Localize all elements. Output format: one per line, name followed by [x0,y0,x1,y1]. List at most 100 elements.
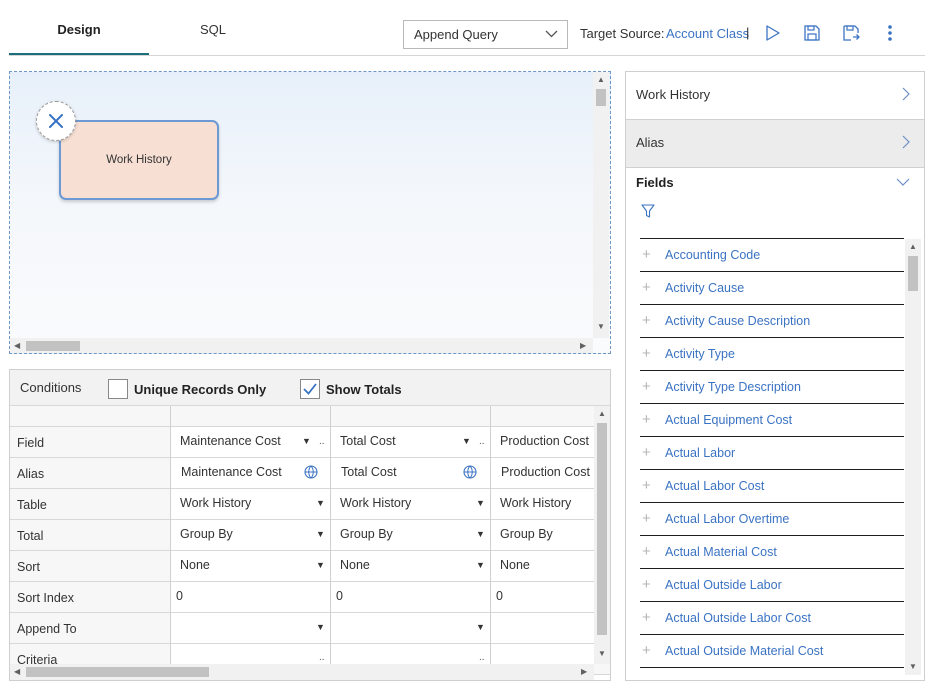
field-item[interactable]: + Activity Cause Description [640,304,904,337]
query-type-select[interactable]: Append Query [403,20,568,49]
table-node-work-history[interactable]: Work History [59,120,219,200]
target-source-link[interactable]: Account Class [666,26,749,41]
field-item[interactable]: + Activity Type [640,337,904,370]
run-icon[interactable] [764,24,782,42]
field-name: Actual Equipment Cost [665,413,793,427]
more-vertical-icon[interactable] [881,24,899,42]
ellipsis-icon[interactable]: .. [319,652,325,663]
field-item[interactable]: + Activity Cause [640,271,904,304]
field-item[interactable]: + Actual Material Cost [640,535,904,568]
unique-records-checkbox[interactable] [108,379,128,399]
dropdown-arrow-icon[interactable]: ▼ [476,622,485,632]
field-item[interactable]: + Actual Outside Material Cost [640,634,904,667]
tab-design[interactable]: Design [9,0,149,56]
sort-select-1[interactable]: None [180,558,210,572]
sort-index-input-1[interactable]: 0 [176,589,183,603]
grid-vscroll-thumb[interactable] [597,423,607,635]
add-field-icon[interactable]: + [642,445,651,460]
add-field-icon[interactable]: + [642,478,651,493]
ellipsis-icon[interactable]: .. [319,436,325,447]
add-field-icon[interactable]: + [642,412,651,427]
alias-input-3[interactable]: Production Cost [501,465,593,479]
add-field-icon[interactable]: + [642,247,651,262]
alias-input-2[interactable]: Total Cost [341,465,397,479]
sort-index-input-2[interactable]: 0 [336,589,343,603]
grid-hscroll-thumb[interactable] [26,667,209,677]
add-field-icon[interactable]: + [642,313,651,328]
canvas-vscroll-thumb[interactable] [596,89,606,106]
add-field-icon[interactable]: + [642,511,651,526]
add-field-icon[interactable]: + [642,577,651,592]
scroll-down-arrow[interactable]: ▼ [909,662,917,672]
remove-table-button[interactable] [36,101,76,141]
sort-select-2[interactable]: None [340,558,370,572]
grid-horizontal-scrollbar[interactable]: ◀ ▶ [10,664,594,680]
field-item[interactable]: + Actual Labor Overtime [640,502,904,535]
ellipsis-icon[interactable]: .. [479,436,485,447]
add-field-icon[interactable]: + [642,544,651,559]
add-field-icon[interactable]: + [642,643,651,658]
add-field-icon[interactable]: + [642,280,651,295]
field-item[interactable]: + Actual Labor Cost [640,469,904,502]
globe-icon[interactable] [463,465,477,479]
dropdown-arrow-icon[interactable]: ▼ [316,498,325,508]
sort-select-3[interactable]: None [500,558,592,572]
alias-input-1[interactable]: Maintenance Cost [181,465,282,479]
field-item[interactable]: + Accounting Code [640,238,904,271]
add-field-icon[interactable]: + [642,379,651,394]
field-item[interactable]: + Actual Outside Labor [640,568,904,601]
row-divider [170,581,594,582]
scroll-right-arrow[interactable]: ▶ [581,667,587,677]
canvas-vertical-scrollbar[interactable]: ▲ ▼ [593,72,609,338]
sort-index-input-3[interactable]: 0 [496,589,503,603]
table-select-3[interactable]: Work History [500,496,592,510]
field-select-1[interactable]: Maintenance Cost [180,434,281,448]
scroll-up-arrow[interactable]: ▲ [909,242,917,252]
dropdown-arrow-icon[interactable]: ▼ [462,436,471,446]
dropdown-arrow-icon[interactable]: ▼ [316,560,325,570]
field-item[interactable]: + Actual Labor [640,436,904,469]
field-item[interactable] [640,667,904,680]
field-select-2[interactable]: Total Cost [340,434,396,448]
scroll-down-arrow[interactable]: ▼ [598,649,606,659]
field-select-3[interactable]: Production Cost [500,434,592,448]
dropdown-arrow-icon[interactable]: ▼ [302,436,311,446]
dropdown-arrow-icon[interactable]: ▼ [476,560,485,570]
field-item[interactable]: + Activity Type Description [640,370,904,403]
scroll-up-arrow[interactable]: ▲ [598,409,606,419]
dropdown-arrow-icon[interactable]: ▼ [316,529,325,539]
add-field-icon[interactable]: + [642,346,651,361]
dropdown-arrow-icon[interactable]: ▼ [316,622,325,632]
total-select-2[interactable]: Group By [340,527,393,541]
field-item[interactable]: + Actual Equipment Cost [640,403,904,436]
dropdown-arrow-icon[interactable]: ▼ [476,529,485,539]
save-as-icon[interactable] [842,24,860,42]
ellipsis-icon[interactable]: .. [479,652,485,663]
total-select-1[interactable]: Group By [180,527,233,541]
scroll-down-arrow[interactable]: ▼ [597,322,605,332]
globe-icon[interactable] [304,465,318,479]
add-field-icon[interactable]: + [642,610,651,625]
tab-sql[interactable]: SQL [149,0,277,56]
field-item[interactable]: + Actual Outside Labor Cost [640,601,904,634]
total-select-3[interactable]: Group By [500,527,592,541]
table-select-1[interactable]: Work History [180,496,251,510]
fields-vscroll-thumb[interactable] [908,256,918,291]
scroll-right-arrow[interactable]: ▶ [580,341,586,351]
chevron-down-icon[interactable] [896,178,910,186]
dropdown-arrow-icon[interactable]: ▼ [476,498,485,508]
alias-section-header[interactable]: Alias [626,120,924,168]
scroll-up-arrow[interactable]: ▲ [597,75,605,85]
fields-vertical-scrollbar[interactable]: ▲ ▼ [905,239,921,675]
filter-icon[interactable] [641,204,655,219]
save-icon[interactable] [803,24,821,42]
query-design-canvas[interactable]: Work History ▲ ▼ ◀ ▶ [9,71,611,354]
grid-vertical-scrollbar[interactable]: ▲ ▼ [594,406,610,664]
show-totals-checkbox[interactable] [300,379,320,399]
table-select-2[interactable]: Work History [340,496,411,510]
canvas-horizontal-scrollbar[interactable]: ◀ ▶ [10,338,593,353]
canvas-hscroll-thumb[interactable] [26,341,80,351]
source-section-header[interactable]: Work History [626,72,924,120]
scroll-left-arrow[interactable]: ◀ [14,667,20,677]
scroll-left-arrow[interactable]: ◀ [14,341,20,351]
